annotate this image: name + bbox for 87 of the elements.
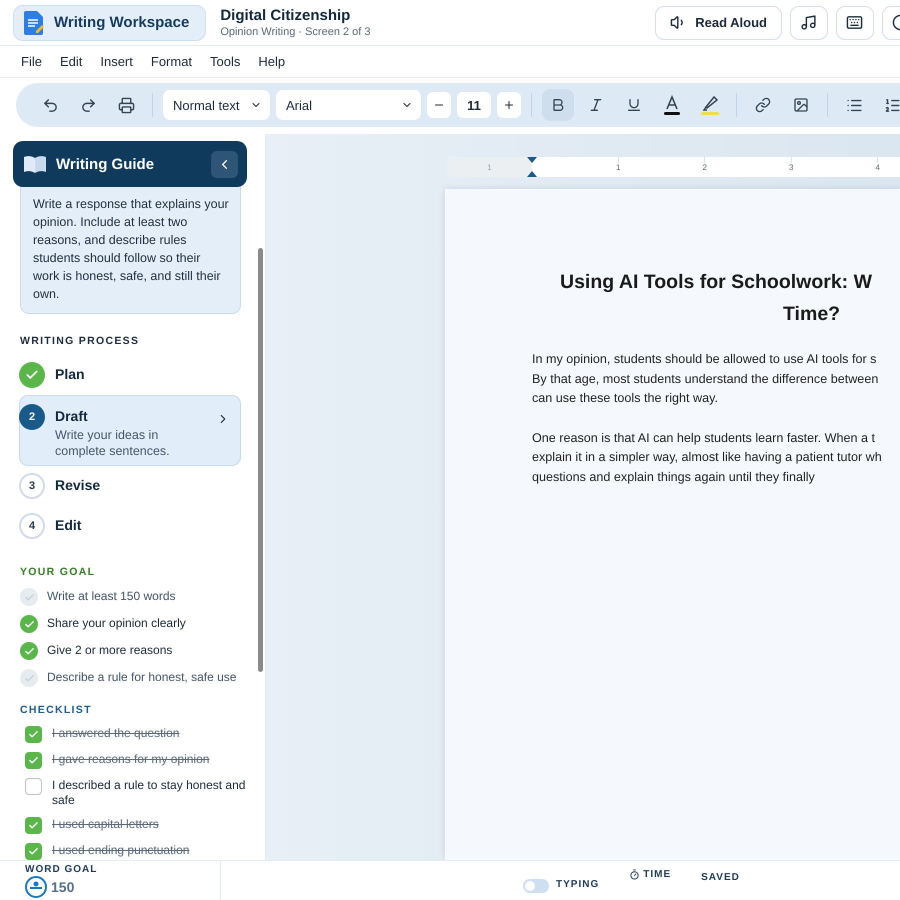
music-button[interactable] [790, 6, 828, 40]
highlighter-icon [701, 95, 719, 115]
checklist-item: I described a rule to stay honest and safe [52, 778, 246, 808]
text-color-icon [664, 95, 680, 115]
checkbox[interactable] [25, 726, 42, 743]
plus-icon [503, 99, 515, 111]
paragraph: One reason is that AI can help students learn faster. When a t explain it in a simpler way, almost like having a patient tutor wh questions and explain things again until they finally [532, 430, 883, 486]
ruler-number: 1 [616, 163, 620, 172]
timer-icon [629, 869, 640, 880]
section-heading: WRITING PROCESS [19, 335, 140, 347]
underline-icon [626, 97, 642, 113]
ruler-number: 1 [487, 162, 492, 172]
checklist-item: I answered the question [52, 726, 180, 741]
step-number: 3 [19, 473, 45, 499]
word-goal-value: 150 [51, 879, 74, 895]
menu-item[interactable]: Format [142, 50, 202, 73]
person-icon [25, 876, 47, 898]
saved-label: SAVED [701, 872, 740, 883]
goal-text: Share your opinion clearly [47, 615, 186, 632]
ruler-number: 2 [702, 163, 707, 172]
checkbox[interactable] [25, 778, 42, 795]
paragraph: In my opinion, students should be allowed to use AI tools for s By that age, most students understand the difference between can use these tools the right way. [532, 351, 880, 408]
goal-text: Write at least 150 words [47, 588, 176, 605]
document-heading: Using AI Tools for Schoolwork: W [559, 270, 873, 295]
document-title: Digital Citizenship [220, 7, 352, 24]
checkbox[interactable] [25, 817, 42, 834]
check-icon [28, 729, 39, 740]
section-heading: YOUR GOAL [19, 566, 96, 578]
typing-stats-toggle[interactable] [523, 879, 549, 893]
word-goal-label: WORD GOAL [25, 864, 98, 875]
document-page[interactable] [445, 189, 900, 860]
numbered-list-icon [884, 96, 900, 114]
increase-size-button[interactable] [497, 92, 521, 118]
step-description: Write your ideas in complete sentences. [55, 427, 171, 459]
step-label: Plan [55, 366, 86, 382]
check-icon [28, 820, 39, 831]
font-dropdown[interactable]: Arial [276, 90, 421, 120]
checkbox[interactable] [25, 752, 42, 769]
bold-button[interactable] [542, 89, 574, 121]
guide-title: Writing Guide [56, 156, 156, 172]
app-badge[interactable]: Writing Workspace [13, 4, 206, 40]
step-label: Draft [55, 408, 89, 424]
section-heading: CHECKLIST [19, 704, 93, 716]
menu-item[interactable]: Insert [91, 50, 142, 73]
music-note-icon [800, 14, 817, 31]
current-step-card[interactable]: 2 Draft Write your ideas in complete sentences. [19, 395, 241, 466]
time-label: TIME [629, 869, 672, 880]
check-icon [28, 755, 39, 766]
menu-item[interactable]: File [12, 50, 51, 73]
document-subtitle: Opinion Writing · Screen 2 of 3 [220, 26, 372, 38]
link-icon [755, 97, 771, 113]
indent-marker-icon[interactable] [527, 157, 537, 177]
checklist-item: I used capital letters [52, 817, 159, 832]
step-number: 4 [19, 513, 45, 539]
document-heading: Time? [782, 302, 842, 327]
checkbox[interactable] [25, 843, 42, 860]
checklist-item: I gave reasons for my opinion [52, 752, 210, 767]
read-aloud-button[interactable]: Read Aloud [655, 6, 782, 40]
typing-label: TYPING [556, 878, 600, 892]
ruler-number: 4 [876, 163, 880, 172]
menu-item[interactable]: Tools [201, 50, 250, 73]
menu-item[interactable]: Help [249, 50, 294, 73]
goal-text: Describe a rule for honest, safe use [47, 669, 236, 686]
text-style-dropdown[interactable]: Normal text [163, 90, 270, 120]
redo-icon [80, 96, 96, 114]
process-step[interactable]: Plan [19, 355, 241, 395]
goal-text: Give 2 or more reasons [47, 642, 172, 659]
step-label: Edit [55, 517, 82, 533]
step-number: 2 [19, 404, 45, 430]
checklist-item: I used ending punctuation [52, 843, 190, 858]
process-step[interactable]: 3 Revise [19, 466, 241, 506]
check-icon [28, 846, 39, 857]
font-size-field[interactable]: 11 [457, 92, 491, 118]
ruler-number: 3 [789, 163, 794, 172]
print-icon [118, 96, 134, 114]
document-pencil-icon [24, 10, 44, 34]
undo-icon [42, 96, 58, 114]
open-book-icon [23, 155, 47, 173]
collapse-button[interactable] [211, 150, 238, 178]
menu-item[interactable]: Edit [50, 50, 92, 73]
step-label: Revise [55, 477, 102, 493]
image-icon [793, 97, 809, 113]
keyboard-icon [846, 14, 863, 31]
keyboard-button[interactable] [836, 6, 874, 40]
process-step[interactable]: 4 Edit [19, 506, 241, 546]
app-name: Writing Workspace [54, 14, 190, 31]
italic-icon [588, 97, 604, 113]
